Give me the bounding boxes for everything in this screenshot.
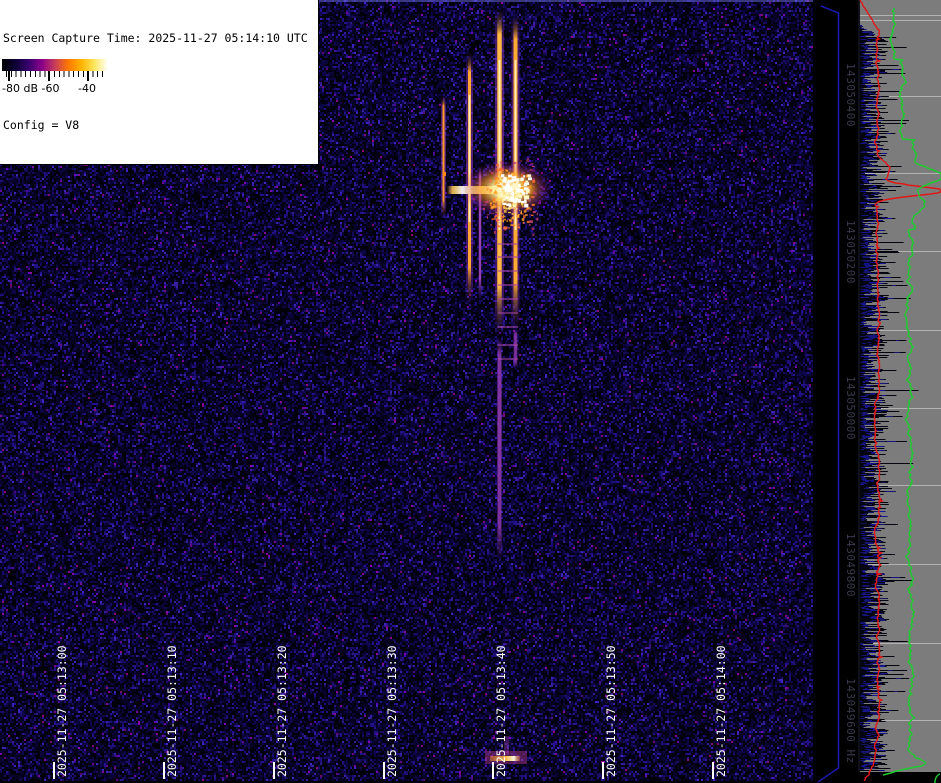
frequency-label: 143049800 [844,532,857,598]
legend-tick-ruler [6,71,106,77]
legend-major-tick [48,71,50,81]
time-label: 2025-11-27 05:13:10 [165,645,179,777]
spectrogram-app-window: 143050400 143050200 143050000 143049800 1430… [0,0,941,783]
frequency-label: 143049600 Hz [844,678,857,764]
time-label: 2025-11-27 05:13:50 [604,645,618,777]
live-spectrum-panel-canvas [858,0,941,783]
frequency-axis: 143050400 143050200 143050000 143049800 1430… [814,0,858,783]
time-label: 2025-11-27 05:13:00 [55,645,69,777]
time-label: 2025-11-27 05:13:20 [275,645,289,777]
color-gradient-bar [2,59,108,71]
time-label: 2025-11-27 05:13:30 [385,645,399,777]
legend-major-tick [87,71,89,81]
db-color-scale-legend: -80 dB -60 -40 [0,57,110,98]
config-text: Config = V8 [3,118,80,132]
time-label: 2025-11-27 05:13:40 [494,645,508,777]
legend-label-left: -80 dB -60 [2,82,60,95]
frequency-label: 143050400 [844,62,857,128]
frequency-label: 143050000 [844,375,857,441]
frequency-label: 143050200 [844,219,857,285]
legend-major-tick [8,71,10,81]
time-label: 2025-11-27 05:14:00 [714,645,728,777]
capture-time-text: Screen Capture Time: 2025-11-27 05:14:10… [3,31,308,45]
legend-label-right: -40 [78,82,96,95]
